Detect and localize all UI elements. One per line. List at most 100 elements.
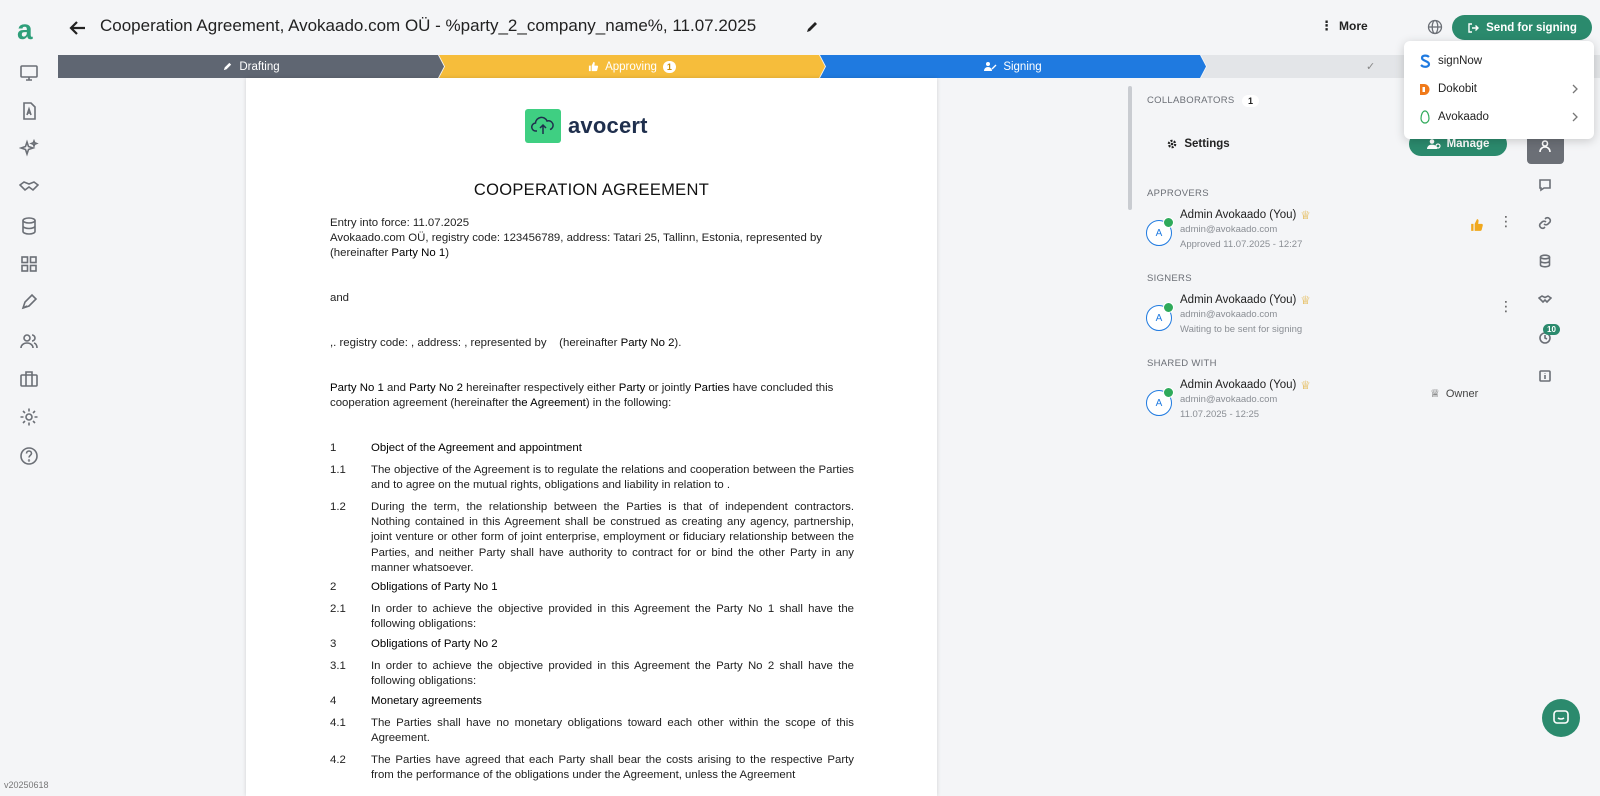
menu-item-label: Avokaado [1438, 111, 1489, 123]
and-separator: and [330, 292, 350, 304]
briefcase-icon[interactable] [17, 367, 41, 391]
party1-details: Avokaado.com OÜ, registry code: 12345678… [330, 232, 822, 244]
send-label: Send for signing [1486, 21, 1577, 34]
crown-icon: ♕ [1430, 388, 1440, 400]
intro-paragraph: Party No 1 and Party No 2 hereinafter re… [330, 382, 834, 394]
signer-name-line: Admin Avokaado (You) ♕ [1180, 294, 1311, 307]
crown-icon: ♕ [1300, 295, 1311, 307]
menu-item-label: signNow [1438, 55, 1483, 67]
document-page[interactable]: avocert COOPERATION AGREEMENT Entry into… [246, 78, 937, 796]
collaborators-count: 1 [1242, 95, 1260, 107]
database-icon[interactable] [1535, 251, 1555, 271]
thumbs-up-icon [588, 61, 599, 72]
templates-icon[interactable] [17, 99, 41, 123]
intro-paragraph-line2: cooperation agreement (hereinafter the A… [330, 397, 672, 409]
link-icon[interactable] [1535, 213, 1555, 233]
manage-label: Manage [1446, 138, 1490, 150]
settings-button[interactable]: Settings [1150, 131, 1246, 157]
party1-hereinafter: (hereinafter Party No 1) [330, 247, 450, 259]
signing-provider-menu: signNow Dokobit Avokaado [1404, 41, 1594, 139]
signing-icon [984, 61, 997, 72]
right-tool-rail: 10 [1526, 78, 1600, 796]
owner-role[interactable]: ♕ Owner [1430, 387, 1478, 401]
more-button[interactable]: ⋮ More [1320, 18, 1368, 34]
menu-item-avokaado[interactable]: Avokaado [1404, 104, 1594, 130]
step-signing[interactable]: Signing [820, 55, 1206, 78]
chevron-right-icon [1572, 112, 1578, 122]
info-icon[interactable] [1535, 366, 1555, 386]
step-label: Drafting [239, 60, 280, 73]
pencil-icon [222, 61, 233, 72]
collaborators-panel: COLLABORATORS 1 Settings Manage APPROVER… [1134, 78, 1526, 796]
approver-email: admin@avokaado.com [1180, 224, 1278, 235]
history-count-badge: 10 [1543, 324, 1560, 335]
signer-status: Waiting to be sent for signing [1180, 324, 1303, 335]
comment-icon[interactable] [1535, 175, 1555, 195]
signer-menu-icon[interactable]: ⋮ [1499, 299, 1513, 313]
workflow-stepper: Drafting Approving 1 Signing ✓ [58, 55, 1600, 78]
signer-row[interactable]: A Admin Avokaado (You) ♕ admin@avokaado.c… [1146, 293, 1516, 339]
document-title: Cooperation Agreement, Avokaado.com OÜ -… [100, 16, 757, 35]
database-icon[interactable] [17, 214, 41, 238]
edit-title-icon[interactable] [804, 19, 820, 35]
menu-item-label: Dokobit [1438, 83, 1477, 95]
handshake-icon[interactable] [17, 175, 41, 199]
handshake-icon[interactable] [1535, 289, 1555, 309]
settings-gear-icon[interactable] [17, 405, 41, 429]
document-scrollbar[interactable] [1128, 86, 1132, 210]
crown-icon: ♕ [1300, 210, 1311, 222]
app-version: v20250618 [4, 780, 49, 790]
collaborators-icon[interactable] [1535, 136, 1555, 156]
thumbs-up-icon [1471, 219, 1483, 231]
step-approving[interactable]: Approving 1 [439, 55, 825, 78]
logo-text: avocert [568, 113, 648, 138]
users-icon[interactable] [17, 329, 41, 353]
send-for-signing-button[interactable]: Send for signing [1452, 15, 1592, 40]
chat-support-button[interactable] [1542, 699, 1580, 737]
approver-row[interactable]: A Admin Avokaado (You) ♕ admin@avokaado.c… [1146, 208, 1516, 254]
shared-email: admin@avokaado.com [1180, 394, 1278, 405]
users-gear-icon [1426, 139, 1441, 149]
pen-sign-icon[interactable] [17, 290, 41, 314]
chevron-right-icon [1572, 84, 1578, 94]
help-icon[interactable] [17, 444, 41, 468]
menu-item-signnow[interactable]: signNow [1404, 48, 1594, 74]
shared-with-heading: SHARED WITH [1147, 358, 1217, 369]
settings-label: Settings [1184, 138, 1230, 150]
approver-status: Approved 11.07.2025 - 12:27 [1180, 239, 1303, 250]
shared-row[interactable]: A Admin Avokaado (You) ♕ admin@avokaado.c… [1146, 378, 1516, 424]
shared-name-line: Admin Avokaado (You) ♕ [1180, 379, 1311, 392]
step-label: Signing [1003, 60, 1042, 73]
agreement-title: COOPERATION AGREEMENT [473, 181, 710, 199]
approvers-heading: APPROVERS [1147, 188, 1209, 199]
signers-heading: SIGNERS [1147, 273, 1192, 284]
back-arrow-icon[interactable] [64, 14, 92, 42]
document-viewer[interactable]: avocert COOPERATION AGREEMENT Entry into… [58, 78, 1134, 796]
dashboard-icon[interactable] [17, 61, 41, 85]
document-logo: avocert [525, 109, 648, 143]
more-dots-icon: ⋮ [1320, 18, 1333, 33]
dokobit-logo-icon [1418, 82, 1432, 96]
step-drafting[interactable]: Drafting [58, 55, 444, 78]
left-nav-rail: a v20250618 [0, 0, 58, 796]
signer-email: admin@avokaado.com [1180, 309, 1278, 320]
document-header: Cooperation Agreement, Avokaado.com OÜ -… [58, 0, 1600, 55]
app-logo[interactable]: a [17, 16, 33, 44]
apps-grid-icon[interactable] [17, 252, 41, 276]
collaborators-heading: COLLABORATORS [1147, 95, 1235, 106]
chat-bubble-icon [1553, 710, 1569, 724]
cloud-upload-icon [525, 109, 561, 143]
more-label: More [1339, 19, 1368, 33]
ai-sparkle-icon[interactable] [17, 137, 41, 161]
signnow-logo-icon [1418, 54, 1432, 68]
check-icon: ✓ [1366, 61, 1376, 73]
crown-icon: ♕ [1300, 380, 1311, 392]
approver-name-line: Admin Avokaado (You) ♕ [1180, 209, 1311, 222]
party2-details: ,. registry code: , address: , represent… [330, 337, 682, 349]
globe-icon[interactable] [1426, 18, 1444, 36]
menu-item-dokobit[interactable]: Dokobit [1404, 76, 1594, 102]
approver-menu-icon[interactable]: ⋮ [1499, 214, 1513, 228]
send-arrow-icon [1468, 22, 1480, 33]
step-label: Approving [605, 60, 657, 73]
approvals-count-badge: 1 [663, 61, 676, 73]
